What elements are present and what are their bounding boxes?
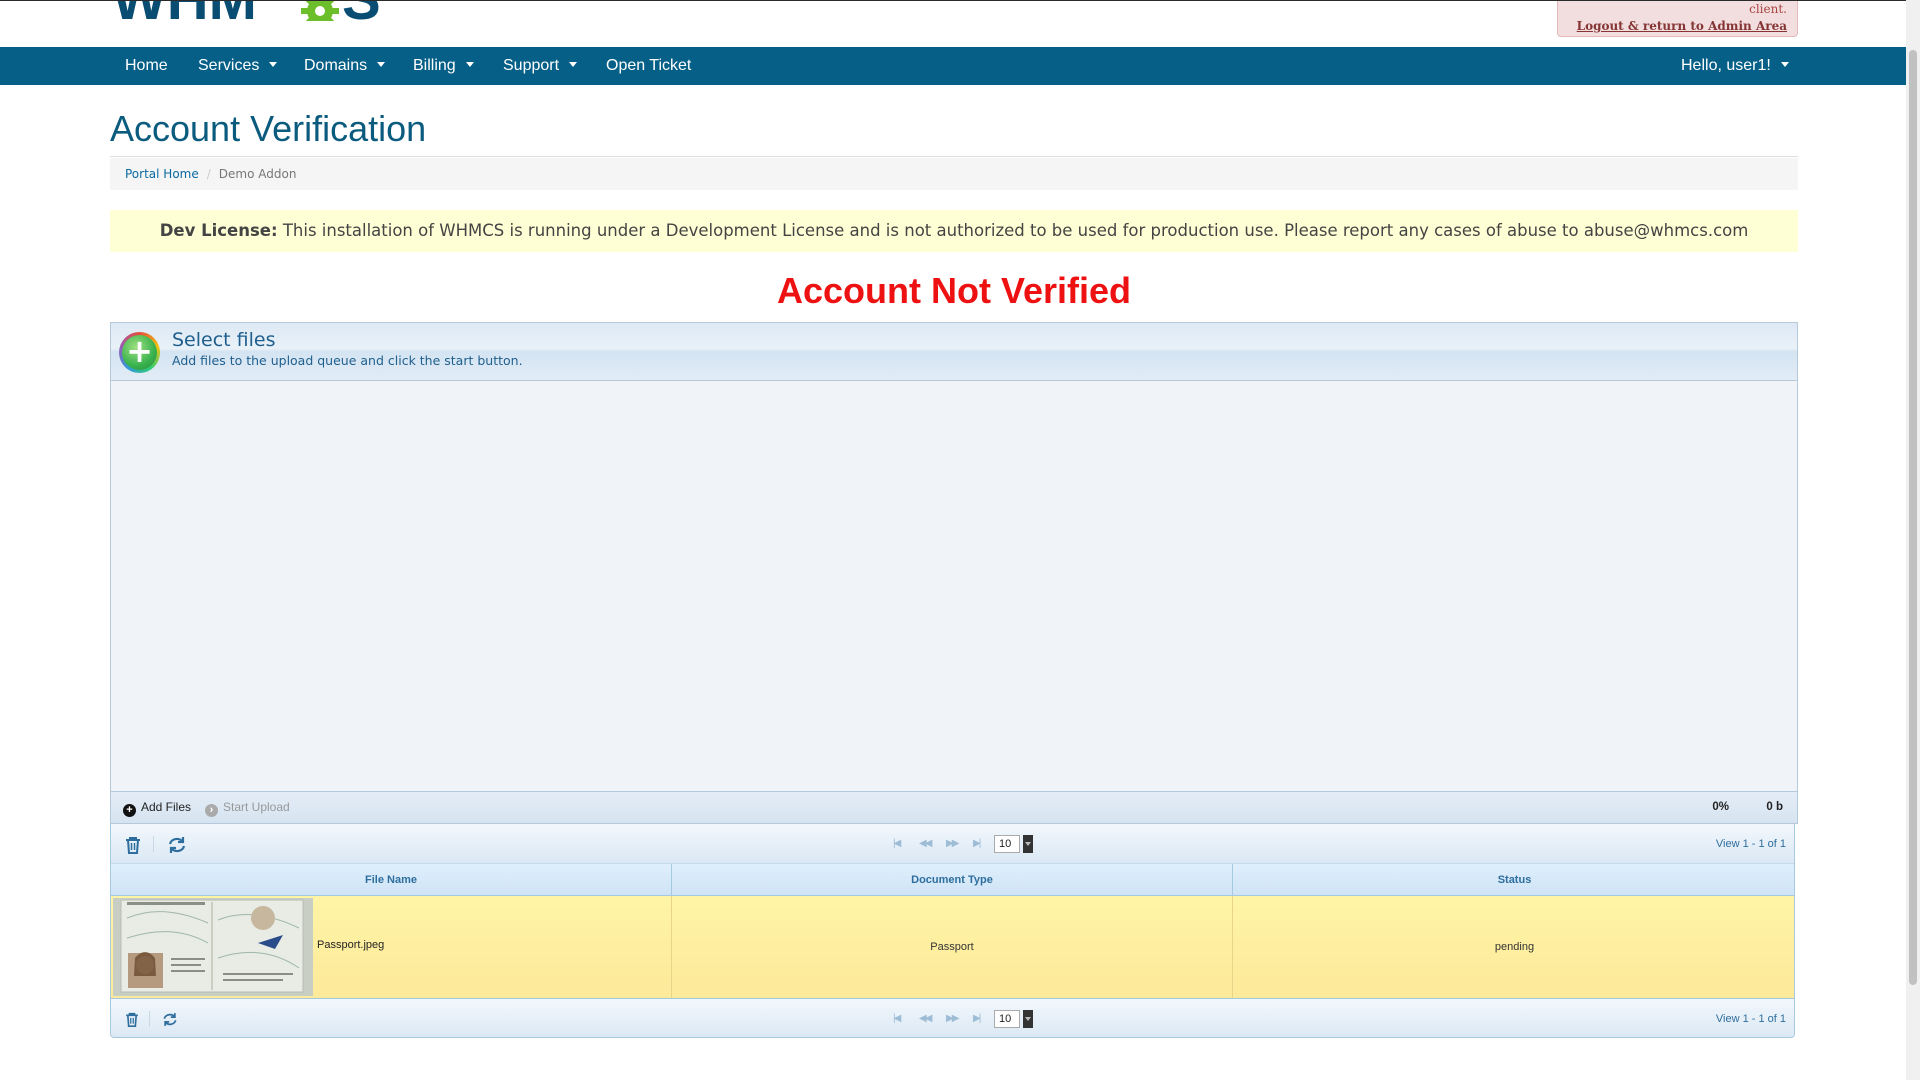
nav-home-label: Home: [125, 57, 168, 74]
add-circle-icon: +: [119, 332, 160, 373]
cell-status: pending: [1494, 941, 1535, 953]
grid-toolbar-bottom: |◀ ◀◀ ▶▶ ▶| 10 View 1 - 1 of 1: [111, 998, 1794, 1037]
last-page-icon[interactable]: ▶|: [973, 1013, 981, 1024]
caret-down-icon: [1780, 62, 1789, 68]
title-divider: [110, 156, 1798, 157]
add-files-button[interactable]: + Add Files: [123, 800, 191, 817]
trash-icon[interactable]: [125, 836, 141, 854]
nav-support-label: Support: [503, 57, 560, 74]
scrollbar-thumb[interactable]: [1909, 50, 1917, 985]
nav-open-ticket-label: Open Ticket: [606, 57, 692, 74]
nav-services-label: Services: [198, 57, 260, 74]
toolbar-separator: [153, 836, 154, 852]
page-size-select[interactable]: 10: [994, 835, 1020, 853]
first-page-icon[interactable]: |◀: [893, 838, 901, 849]
svg-text:WHM: WHM: [112, 0, 257, 21]
nav-support[interactable]: Support: [503, 47, 578, 85]
cell-document-type: Passport: [672, 896, 1233, 998]
column-header-document-type[interactable]: Document Type: [672, 864, 1233, 896]
start-upload-label: Start Upload: [223, 800, 290, 814]
grid-toolbar-top: |◀ ◀◀ ▶▶ ▶| 10 View 1 - 1 of 1: [111, 824, 1794, 864]
uploader-subtitle: Add files to the upload queue and click …: [172, 353, 523, 368]
refresh-icon[interactable]: [162, 1012, 178, 1027]
admin-masquerade-notice: client. Logout & return to Admin Area: [1557, 1, 1798, 37]
next-page-icon[interactable]: ▶▶: [946, 838, 959, 849]
cell-file-name: Passport.jpeg: [111, 896, 672, 998]
caret-down-icon: [569, 62, 578, 68]
alert-text: This installation of WHMCS is running un…: [282, 221, 1749, 240]
verification-status-heading: Account Not Verified: [776, 270, 1132, 311]
user-menu-label: Hello, user1!: [1681, 57, 1771, 74]
uploader-title: Select files: [172, 329, 276, 351]
toolbar-separator: [149, 1011, 150, 1027]
prev-page-icon[interactable]: ◀◀: [919, 838, 932, 849]
page-size-select[interactable]: 10: [994, 1010, 1020, 1028]
admin-notice-text: client.: [1749, 2, 1787, 16]
start-upload-button[interactable]: › Start Upload: [205, 800, 290, 817]
first-page-icon[interactable]: |◀: [893, 1013, 901, 1024]
file-uploader: + Select files Add files to the upload q…: [110, 322, 1798, 824]
alert-label: Dev License:: [159, 221, 278, 240]
dev-license-alert: Dev License: This installation of WHMCS …: [110, 210, 1798, 252]
nav-user-menu[interactable]: Hello, user1!: [1681, 47, 1789, 85]
add-files-label: Add Files: [141, 800, 192, 814]
nav-billing[interactable]: Billing: [413, 47, 474, 85]
nav-domains-label: Domains: [304, 57, 368, 74]
prev-page-icon[interactable]: ◀◀: [919, 1013, 932, 1024]
grid-record-count: View 1 - 1 of 1: [1715, 1013, 1786, 1025]
page-size-dropdown[interactable]: [1023, 835, 1033, 853]
column-header-status[interactable]: Status: [1233, 864, 1794, 896]
grid-header: File Name Document Type Status: [111, 864, 1794, 896]
caret-down-icon: [377, 62, 386, 68]
page-scrollbar[interactable]: [1906, 0, 1920, 1080]
grid-record-count: View 1 - 1 of 1: [1715, 838, 1786, 850]
breadcrumb: Portal Home / Demo Addon: [110, 158, 1798, 190]
caret-down-icon: [269, 62, 278, 68]
last-page-icon[interactable]: ▶|: [973, 838, 981, 849]
top-header: WHM S client. Logout & return to Admin A…: [0, 0, 1906, 47]
caret-down-icon: [465, 62, 474, 68]
plus-circle-icon: +: [123, 804, 136, 817]
page-title: Account Verification: [110, 108, 427, 149]
upload-queue-dropzone[interactable]: [111, 381, 1797, 792]
nav-services[interactable]: Services: [198, 47, 278, 85]
nav-home[interactable]: Home: [125, 47, 168, 85]
whmcs-logo[interactable]: WHM S: [112, 0, 392, 21]
trash-icon[interactable]: [125, 1012, 139, 1027]
svg-text:S: S: [342, 0, 381, 21]
documents-grid: |◀ ◀◀ ▶▶ ▶| 10 View 1 - 1 of 1 File Name…: [110, 824, 1795, 1038]
file-name-text: Passport.jpeg: [317, 939, 385, 951]
upload-progress-percent: 0%: [1712, 801, 1729, 813]
next-page-icon[interactable]: ▶▶: [946, 1013, 959, 1024]
breadcrumb-separator: /: [206, 167, 211, 181]
upload-total-size: 0 b: [1766, 801, 1783, 813]
column-header-file-name[interactable]: File Name: [111, 864, 672, 896]
main-navbar: Home Services Domains Billing Support Op…: [0, 47, 1906, 85]
arrow-right-circle-icon: ›: [205, 804, 218, 817]
table-row[interactable]: Passport.jpeg Passport pending: [111, 896, 1794, 998]
passport-image: [113, 898, 313, 996]
page-size-dropdown[interactable]: [1023, 1010, 1033, 1028]
nav-domains[interactable]: Domains: [304, 47, 386, 85]
uploader-header: + Select files Add files to the upload q…: [111, 323, 1797, 381]
nav-open-ticket[interactable]: Open Ticket: [606, 47, 691, 85]
passport-thumbnail[interactable]: [113, 898, 313, 996]
breadcrumb-current: Demo Addon: [218, 167, 297, 181]
logout-admin-link[interactable]: Logout & return to Admin Area: [1558, 18, 1787, 35]
uploader-footer: + Add Files › Start Upload 0% 0 b: [111, 791, 1797, 823]
breadcrumb-portal-home[interactable]: Portal Home: [125, 167, 199, 181]
refresh-icon[interactable]: [167, 836, 187, 854]
nav-billing-label: Billing: [413, 57, 456, 74]
